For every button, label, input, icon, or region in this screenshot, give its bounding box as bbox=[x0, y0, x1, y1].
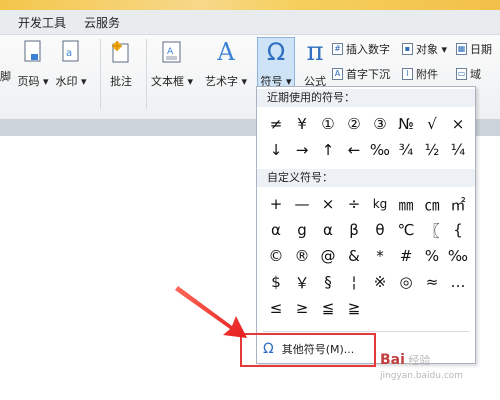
symbol-cell[interactable]: ◎ bbox=[393, 269, 419, 295]
symbol-cell[interactable]: ￥ bbox=[289, 269, 315, 295]
page-number-button[interactable]: 页码 ▾ bbox=[14, 37, 52, 93]
object-icon: ▪ bbox=[402, 43, 413, 55]
symbol-cell[interactable]: ↓ bbox=[263, 137, 289, 163]
footer-button[interactable]: 脚 bbox=[0, 68, 11, 84]
symbol-dropdown: 近期使用的符号： ≠ ¥ ① ② ③ № √ × ↓ → ↑ ← ‰ ¾ ½ ¼ 自定义符号： + — × ÷ kg ㎜… bbox=[256, 86, 476, 364]
symbol-cell[interactable]: α bbox=[263, 217, 289, 243]
symbol-cell[interactable]: → bbox=[289, 137, 315, 163]
symbol-cell[interactable]: ② bbox=[341, 111, 367, 137]
highlight-box bbox=[240, 333, 376, 367]
symbol-cell[interactable]: ¥ bbox=[289, 111, 315, 137]
attachment-button[interactable]: ⌇ 附件 bbox=[402, 66, 438, 82]
wordart-icon: A bbox=[217, 38, 235, 66]
object-button[interactable]: ▪ 对象 ▾ bbox=[402, 41, 447, 57]
custom-symbols-grid: + — × ÷ kg ㎜㎝㎡ α g α β θ ℃ 〖{© ® @ & * #% ‰ $ ￥ § ¦ ※ ◎ ≈… ≤ ≥ ≦ ≧ bbox=[263, 191, 471, 321]
symbol-cell[interactable]: ¼ bbox=[445, 137, 471, 163]
separator bbox=[146, 39, 147, 109]
recent-symbols-grid: ≠ ¥ ① ② ③ № √ × ↓ → ↑ ← ‰ ¾ ½ ¼ bbox=[263, 111, 471, 163]
symbol-cell[interactable]: © bbox=[263, 243, 289, 269]
field-button[interactable]: ▭ 域 bbox=[456, 66, 481, 82]
watermark-text: Bai 经验 jingyan.baidu.com bbox=[380, 352, 464, 381]
symbol-cell[interactable]: × bbox=[445, 111, 471, 137]
separator bbox=[263, 331, 469, 332]
symbol-cell[interactable]: ㎝ bbox=[419, 191, 445, 217]
symbol-cell[interactable]: ® bbox=[289, 243, 315, 269]
attachment-icon: ⌇ bbox=[402, 68, 413, 80]
watermark-button[interactable]: a 水印 ▾ bbox=[52, 37, 90, 93]
symbol-cell[interactable]: ¾ bbox=[393, 137, 419, 163]
tab-developer-tools[interactable]: 开发工具 bbox=[18, 14, 66, 31]
field-icon: ▭ bbox=[456, 68, 467, 80]
symbol-cell[interactable]: ① bbox=[315, 111, 341, 137]
insert-number-icon: # bbox=[332, 43, 343, 55]
symbol-cell[interactable]: g bbox=[289, 217, 315, 243]
textbox-icon: A bbox=[159, 39, 185, 65]
symbol-cell[interactable]: § bbox=[315, 269, 341, 295]
symbol-cell[interactable]: … bbox=[445, 269, 471, 295]
symbol-cell[interactable]: ③ bbox=[367, 111, 393, 137]
pi-icon: π bbox=[306, 37, 324, 67]
symbol-cell[interactable]: + bbox=[263, 191, 289, 217]
tab-cloud-service[interactable]: 云服务 bbox=[84, 14, 120, 31]
symbol-cell[interactable]: ㎜ bbox=[393, 191, 419, 217]
symbol-cell[interactable]: { bbox=[445, 217, 471, 243]
svg-text:A: A bbox=[167, 47, 174, 57]
textbox-button[interactable]: A 文本框 ▾ bbox=[150, 37, 194, 93]
symbol-cell[interactable]: ℃ bbox=[393, 217, 419, 243]
window-titlebar bbox=[0, 0, 500, 10]
date-button[interactable]: ▦ 日期 bbox=[456, 41, 492, 57]
symbol-cell[interactable]: ‰ bbox=[445, 243, 471, 269]
custom-symbols-header: 自定义符号： bbox=[257, 169, 475, 187]
ribbon-tabs: 开发工具 云服务 bbox=[0, 10, 500, 35]
symbol-cell[interactable]: ≥ bbox=[289, 295, 315, 321]
symbol-cell[interactable]: ¦ bbox=[341, 269, 367, 295]
symbol-cell[interactable]: ※ bbox=[367, 269, 393, 295]
recent-symbols-header: 近期使用的符号： bbox=[257, 89, 475, 107]
insert-number-button[interactable]: # 插入数字 bbox=[332, 41, 390, 57]
symbol-button[interactable]: Ω 符号 ▾ bbox=[257, 37, 295, 93]
symbol-cell[interactable]: % bbox=[419, 243, 445, 269]
symbol-cell[interactable]: β bbox=[341, 217, 367, 243]
symbol-cell[interactable]: ≦ bbox=[315, 295, 341, 321]
symbol-cell[interactable]: ≧ bbox=[341, 295, 367, 321]
omega-icon: Ω bbox=[266, 38, 286, 66]
symbol-cell[interactable]: $ bbox=[263, 269, 289, 295]
page-number-icon bbox=[20, 39, 46, 65]
separator bbox=[100, 39, 101, 109]
date-icon: ▦ bbox=[456, 43, 467, 55]
symbol-cell[interactable]: ← bbox=[341, 137, 367, 163]
symbol-cell[interactable]: kg bbox=[367, 191, 393, 217]
symbol-cell[interactable]: θ bbox=[367, 217, 393, 243]
comment-button[interactable]: 批注 bbox=[102, 37, 140, 93]
symbol-cell[interactable]: ≈ bbox=[419, 269, 445, 295]
symbol-cell[interactable]: ≤ bbox=[263, 295, 289, 321]
symbol-cell[interactable]: ‰ bbox=[367, 137, 393, 163]
comment-icon bbox=[108, 39, 134, 65]
symbol-cell[interactable]: @ bbox=[315, 243, 341, 269]
symbol-cell[interactable]: 〖 bbox=[419, 217, 445, 243]
dropcap-icon: A bbox=[332, 68, 343, 80]
symbol-cell[interactable]: * bbox=[367, 243, 393, 269]
symbol-cell[interactable]: ≠ bbox=[263, 111, 289, 137]
symbol-cell[interactable]: & bbox=[341, 243, 367, 269]
watermark-icon: a bbox=[58, 39, 84, 65]
symbol-cell[interactable]: ½ bbox=[419, 137, 445, 163]
symbol-cell[interactable]: № bbox=[393, 111, 419, 137]
symbol-cell[interactable]: ÷ bbox=[341, 191, 367, 217]
symbol-cell[interactable]: √ bbox=[419, 111, 445, 137]
symbol-cell[interactable]: × bbox=[315, 191, 341, 217]
wordart-button[interactable]: A 艺术字 ▾ bbox=[204, 37, 248, 93]
symbol-cell[interactable]: α bbox=[315, 217, 341, 243]
symbol-cell[interactable]: ↑ bbox=[315, 137, 341, 163]
svg-text:a: a bbox=[66, 48, 72, 59]
dropcap-button[interactable]: A 首字下沉 bbox=[332, 66, 390, 82]
symbol-cell[interactable]: — bbox=[289, 191, 315, 217]
formula-button[interactable]: π 公式 bbox=[296, 37, 334, 93]
symbol-cell[interactable]: ㎡ bbox=[445, 191, 471, 217]
symbol-cell[interactable]: # bbox=[393, 243, 419, 269]
